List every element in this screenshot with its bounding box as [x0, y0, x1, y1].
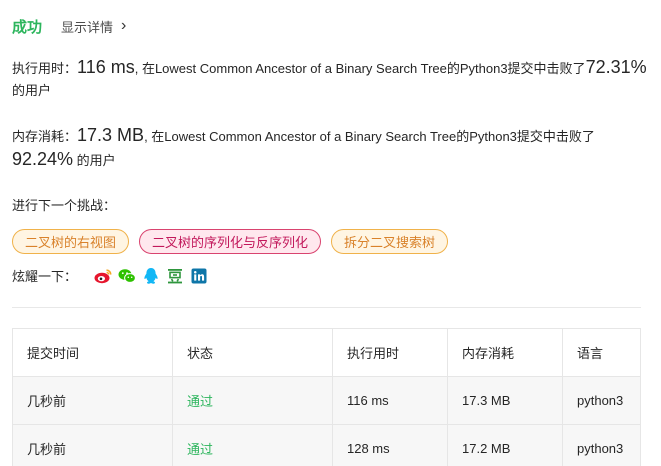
status-cell[interactable]: 通过 — [172, 424, 333, 466]
challenge-tag-split-bst[interactable]: 拆分二叉搜索树 — [331, 229, 449, 254]
memory-description: , 在Lowest Common Ancestor of a Binary Se… — [144, 129, 595, 144]
douban-icon[interactable] — [166, 267, 184, 285]
challenge-tag-right-side-view[interactable]: 二叉树的右视图 — [12, 229, 130, 254]
memory-value: 17.3 MB — [77, 125, 145, 145]
runtime-cell: 116 ms — [332, 376, 448, 425]
status-cell[interactable]: 通过 — [172, 376, 333, 425]
runtime-label: 执行用时： — [12, 61, 78, 76]
submit-time-cell: 几秒前 — [12, 424, 173, 466]
memory-percent: 92.24% — [12, 149, 74, 169]
submission-table: 提交时间 状态 执行用时 内存消耗 语言 几秒前 通过 116 ms 17.3 … — [12, 328, 641, 466]
column-header-runtime[interactable]: 执行用时 — [332, 328, 448, 377]
runtime-value: 116 ms — [77, 57, 135, 77]
submission-status: 成功 — [12, 18, 43, 36]
next-challenge-label: 进行下一个挑战： — [12, 198, 117, 213]
runtime-stat: 执行用时：116 ms, 在Lowest Common Ancestor of … — [12, 56, 652, 102]
show-details-label: 显示详情 — [61, 19, 114, 35]
show-details-link[interactable]: 显示详情 › — [61, 17, 126, 36]
qq-icon[interactable] — [142, 267, 160, 285]
table-header-row: 提交时间 状态 执行用时 内存消耗 语言 — [12, 328, 641, 377]
chevron-right-icon: › — [121, 17, 127, 34]
column-header-memory[interactable]: 内存消耗 — [447, 328, 563, 377]
share-label: 炫耀一下： — [12, 269, 78, 284]
section-divider — [12, 307, 641, 308]
linkedin-icon[interactable] — [190, 267, 208, 285]
runtime-cell: 128 ms — [332, 424, 448, 466]
language-cell: python3 — [562, 424, 641, 466]
memory-label: 内存消耗： — [12, 129, 78, 144]
runtime-description: , 在Lowest Common Ancestor of a Binary Se… — [134, 61, 586, 76]
memory-suffix: 的用户 — [73, 153, 116, 168]
table-row: 几秒前 通过 128 ms 17.2 MB python3 — [12, 424, 641, 466]
submit-time-cell: 几秒前 — [12, 376, 173, 425]
weibo-icon[interactable] — [94, 267, 112, 285]
column-header-status[interactable]: 状态 — [172, 328, 333, 377]
memory-cell: 17.2 MB — [447, 424, 563, 466]
wechat-icon[interactable] — [118, 267, 136, 285]
column-header-language[interactable]: 语言 — [562, 328, 641, 377]
share-icons — [94, 267, 208, 285]
memory-stat: 内存消耗：17.3 MB, 在Lowest Common Ancestor of… — [12, 124, 652, 172]
table-row: 几秒前 通过 116 ms 17.3 MB python3 — [12, 376, 641, 425]
result-header: 成功 显示详情 › — [12, 14, 126, 38]
share-row: 炫耀一下： — [12, 266, 208, 285]
column-header-submit-time[interactable]: 提交时间 — [12, 328, 173, 377]
runtime-suffix: 的用户 — [12, 83, 52, 98]
runtime-percent: 72.31% — [585, 57, 647, 77]
next-challenge-tags: 二叉树的右视图 二叉树的序列化与反序列化 拆分二叉搜索树 — [12, 229, 449, 254]
challenge-tag-serialize-tree[interactable]: 二叉树的序列化与反序列化 — [139, 229, 322, 254]
memory-cell: 17.3 MB — [447, 376, 563, 425]
language-cell: python3 — [562, 376, 641, 425]
